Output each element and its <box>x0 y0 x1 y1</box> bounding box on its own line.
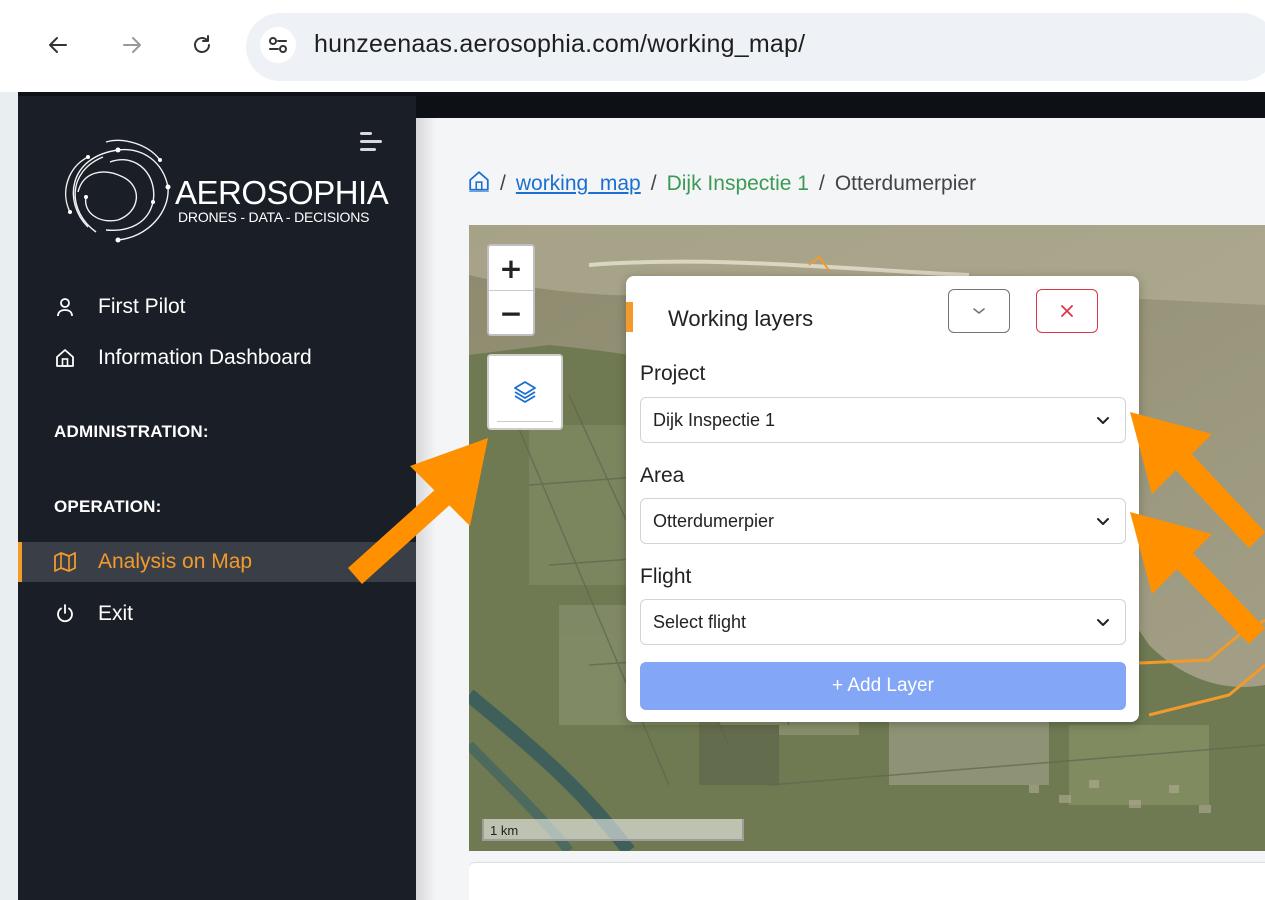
sidebar-item-label: First Pilot <box>98 295 186 318</box>
panel-title: Working layers <box>668 306 814 331</box>
area-label: Area <box>640 464 685 487</box>
breadcrumb-area: Otterdumerpier <box>834 172 977 195</box>
user-icon <box>54 296 76 318</box>
area-select[interactable]: Otterdumerpier <box>640 498 1126 544</box>
zoom-out-button[interactable]: − <box>489 291 533 334</box>
sidebar-item-label: Analysis on Map <box>98 550 253 573</box>
project-select-value: Dijk Inspectie 1 <box>653 409 776 430</box>
back-button[interactable] <box>40 27 76 63</box>
breadcrumb-working-map[interactable]: working_map <box>516 172 641 196</box>
power-icon <box>54 603 76 625</box>
flight-select-value: Select flight <box>653 611 747 632</box>
sidebar-item-information-dashboard[interactable]: Information Dashboard <box>18 338 416 378</box>
flight-label: Flight <box>640 565 692 588</box>
sidebar-item-first-pilot[interactable]: First Pilot <box>18 287 416 327</box>
reload-button[interactable] <box>184 27 220 63</box>
breadcrumb: / working_map / Dijk Inspectie 1 / Otter… <box>468 170 976 198</box>
sidebar-item-label: Exit <box>98 602 134 625</box>
sidebar-top-rail <box>18 92 416 96</box>
add-layer-button[interactable]: + Add Layer <box>640 662 1126 710</box>
sidebar-item-label: Information Dashboard <box>98 346 312 369</box>
scale-label: 1 km <box>490 823 519 838</box>
layers-button[interactable] <box>487 354 563 430</box>
logo-subtitle: DRONES - DATA - DECISIONS <box>178 209 370 225</box>
chevron-down-icon <box>1097 417 1109 424</box>
project-select[interactable]: Dijk Inspectie 1 <box>640 397 1126 443</box>
sidebar-item-exit[interactable]: Exit <box>18 594 416 634</box>
area-select-value: Otterdumerpier <box>653 510 775 531</box>
site-settings-button[interactable] <box>260 27 296 63</box>
forward-button[interactable] <box>114 27 150 63</box>
chevron-down-icon <box>973 308 985 315</box>
arrow-right-icon <box>123 37 141 53</box>
zoom-in-button[interactable]: + <box>489 246 533 290</box>
layers-icon <box>514 381 536 403</box>
project-label: Project <box>640 362 706 385</box>
breadcrumb-separator: / <box>500 172 506 195</box>
chevron-down-icon <box>1097 518 1109 525</box>
tune-icon <box>269 37 287 53</box>
browser-toolbar: hunzeenaas.aerosophia.com/working_map/ <box>0 0 1265 92</box>
section-operation: OPERATION: <box>54 497 162 516</box>
home-icon <box>54 347 76 369</box>
zoom-control: + − <box>487 244 535 336</box>
flight-select[interactable]: Select flight <box>640 599 1126 645</box>
reload-icon <box>194 35 210 53</box>
menu-toggle-button[interactable] <box>360 132 382 152</box>
map-icon <box>54 551 76 573</box>
logo-title: AEROSOPHIA <box>175 174 389 211</box>
top-navbar <box>416 92 1265 118</box>
section-administration: ADMINISTRATION: <box>54 422 209 441</box>
breadcrumb-project[interactable]: Dijk Inspectie 1 <box>667 172 809 196</box>
sidebar-item-analysis-on-map[interactable]: Analysis on Map <box>18 542 416 582</box>
map-footer-card <box>469 862 1265 900</box>
close-icon <box>1061 305 1073 317</box>
close-panel-button[interactable] <box>1036 289 1098 333</box>
home-icon[interactable] <box>468 170 490 198</box>
chevron-down-icon <box>1097 619 1109 626</box>
breadcrumb-separator: / <box>819 172 825 195</box>
collapse-panel-button[interactable] <box>948 289 1010 333</box>
arrow-left-icon <box>49 37 67 53</box>
panel-accent-bar <box>626 302 633 332</box>
map-scale-bar: 1 km <box>482 819 744 841</box>
sidebar-shadow <box>416 118 436 900</box>
working-layers-panel: Working layers Project Dijk Inspectie 1 … <box>626 276 1139 722</box>
sidebar: AEROSOPHIA DRONES - DATA - DECISIONS Fir… <box>18 92 416 900</box>
url-text[interactable]: hunzeenaas.aerosophia.com/working_map/ <box>314 30 805 59</box>
breadcrumb-separator: / <box>650 172 657 195</box>
